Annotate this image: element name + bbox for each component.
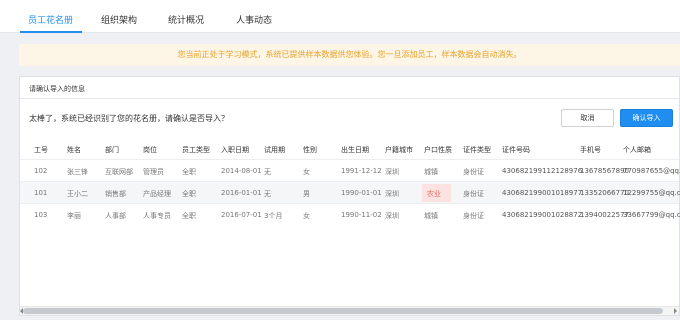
cell-employee-type: 全职 — [182, 168, 196, 176]
cell-birth-date: 1990-01-01 — [341, 189, 382, 197]
tab-statistics[interactable]: 统计概况 — [168, 13, 204, 26]
cell-employee-id: 101 — [34, 189, 48, 197]
confirm-import-button[interactable]: 确认导入 — [620, 109, 673, 127]
col-hire-date: 入职日期 — [221, 146, 249, 154]
cell-household-type: 城镇 — [424, 212, 438, 220]
cell-gender: 女 — [303, 168, 310, 176]
cell-probation: 无 — [264, 190, 271, 198]
cell-probation: 3个月 — [264, 212, 283, 220]
cell-id-number: 430682199001018977 — [502, 189, 583, 197]
cell-probation: 无 — [264, 168, 271, 176]
cell-employee-type: 全职 — [182, 190, 196, 198]
col-probation: 试用期 — [264, 146, 285, 154]
cell-household-city: 深圳 — [385, 190, 399, 198]
cell-id-type: 身份证 — [463, 190, 484, 198]
learning-mode-notice: 您当前正处于学习模式，系统已提供样本数据供您体验。您一旦添加员工，样本数据会自动… — [19, 44, 680, 66]
table-row: 102 张三锋 互联网部 管理员 全职 2014-08-01 无 女 1991-… — [20, 159, 680, 181]
cell-name: 王小二 — [67, 190, 88, 198]
cell-email: 12299755@qq.com — [623, 189, 680, 197]
col-phone: 手机号 — [580, 146, 601, 154]
col-position: 岗位 — [143, 146, 157, 154]
cell-department: 销售部 — [105, 190, 126, 198]
tab-hr-updates[interactable]: 人事动态 — [236, 13, 272, 26]
panel-header: 请确认导入的信息 — [20, 77, 679, 99]
cell-id-type: 身份证 — [463, 212, 484, 220]
active-tab-indicator — [20, 31, 82, 33]
tab-org-structure[interactable]: 组织架构 — [101, 13, 137, 26]
col-id-type: 证件类型 — [463, 146, 491, 154]
col-id-number: 证件号码 — [502, 146, 530, 154]
cell-hire-date: 2016-01-01 — [221, 189, 262, 197]
cell-email: 33667799@qq.com — [623, 211, 680, 219]
cell-gender: 女 — [303, 212, 310, 220]
cell-id-number: 430682199112128976 — [502, 167, 583, 175]
col-department: 部门 — [105, 146, 119, 154]
cell-position: 人事专员 — [143, 212, 171, 220]
cell-household-type: 城镇 — [424, 168, 438, 176]
cell-hire-date: 2016-07-01 — [221, 211, 262, 219]
table-row: 101 王小二 销售部 产品经理 全职 2016-01-01 无 男 1990-… — [20, 181, 680, 203]
col-employee-type: 员工类型 — [182, 146, 210, 154]
col-employee-id: 工号 — [34, 146, 48, 154]
scrollbar-thumb[interactable] — [23, 308, 663, 314]
cell-gender: 男 — [303, 190, 310, 198]
cell-position: 产品经理 — [143, 190, 171, 198]
col-name: 姓名 — [67, 146, 81, 154]
col-household-type: 户口性质 — [424, 146, 452, 154]
cell-name: 张三锋 — [67, 168, 88, 176]
cell-birth-date: 1991-12-12 — [341, 167, 382, 175]
col-gender: 性别 — [303, 146, 317, 154]
cell-employee-id: 102 — [34, 167, 48, 175]
tab-bar: 员工花名册 组织架构 统计概况 人事动态 — [0, 0, 680, 33]
cell-department: 人事部 — [105, 212, 126, 220]
horizontal-scrollbar[interactable] — [20, 306, 679, 315]
cell-household-city: 深圳 — [385, 168, 399, 176]
cell-email: 770987655@qq.com — [623, 167, 680, 175]
cell-phone: 13352066770 — [580, 189, 629, 197]
cell-name: 李丽 — [67, 212, 81, 220]
cell-id-type: 身份证 — [463, 168, 484, 176]
cell-employee-type: 全职 — [182, 212, 196, 220]
panel-title: 请确认导入的信息 — [29, 85, 85, 93]
cell-position: 管理员 — [143, 168, 164, 176]
cell-household-type: 农业 — [427, 190, 441, 198]
col-household-city: 户籍城市 — [385, 146, 413, 154]
import-confirm-panel: 请确认导入的信息 太棒了，系统已经识别了您的花名册，请确认是否导入？ 取消 确认… — [19, 76, 680, 316]
import-prompt: 太棒了，系统已经识别了您的花名册，请确认是否导入？ — [29, 114, 229, 123]
cell-birth-date: 1990-11-02 — [341, 211, 382, 219]
col-email: 个人邮箱 — [623, 146, 651, 154]
cell-hire-date: 2014-08-01 — [221, 167, 262, 175]
cell-phone: 13940022577 — [580, 211, 629, 219]
table-header: 工号 姓名 部门 岗位 员工类型 入职日期 试用期 性别 出生日期 户籍城市 户… — [20, 141, 679, 161]
cell-household-city: 深圳 — [385, 212, 399, 220]
cell-phone: 13678567890 — [580, 167, 629, 175]
col-birth-date: 出生日期 — [341, 146, 369, 154]
cell-id-number: 430682199001028872 — [502, 211, 583, 219]
cell-employee-id: 103 — [34, 211, 48, 219]
scroll-right-arrow-icon[interactable] — [674, 308, 677, 314]
tab-employee-roster[interactable]: 员工花名册 — [28, 13, 73, 26]
cancel-button[interactable]: 取消 — [561, 109, 614, 127]
cell-department: 互联网部 — [105, 168, 133, 176]
table-row: 103 李丽 人事部 人事专员 全职 2016-07-01 3个月 女 1990… — [20, 203, 680, 225]
